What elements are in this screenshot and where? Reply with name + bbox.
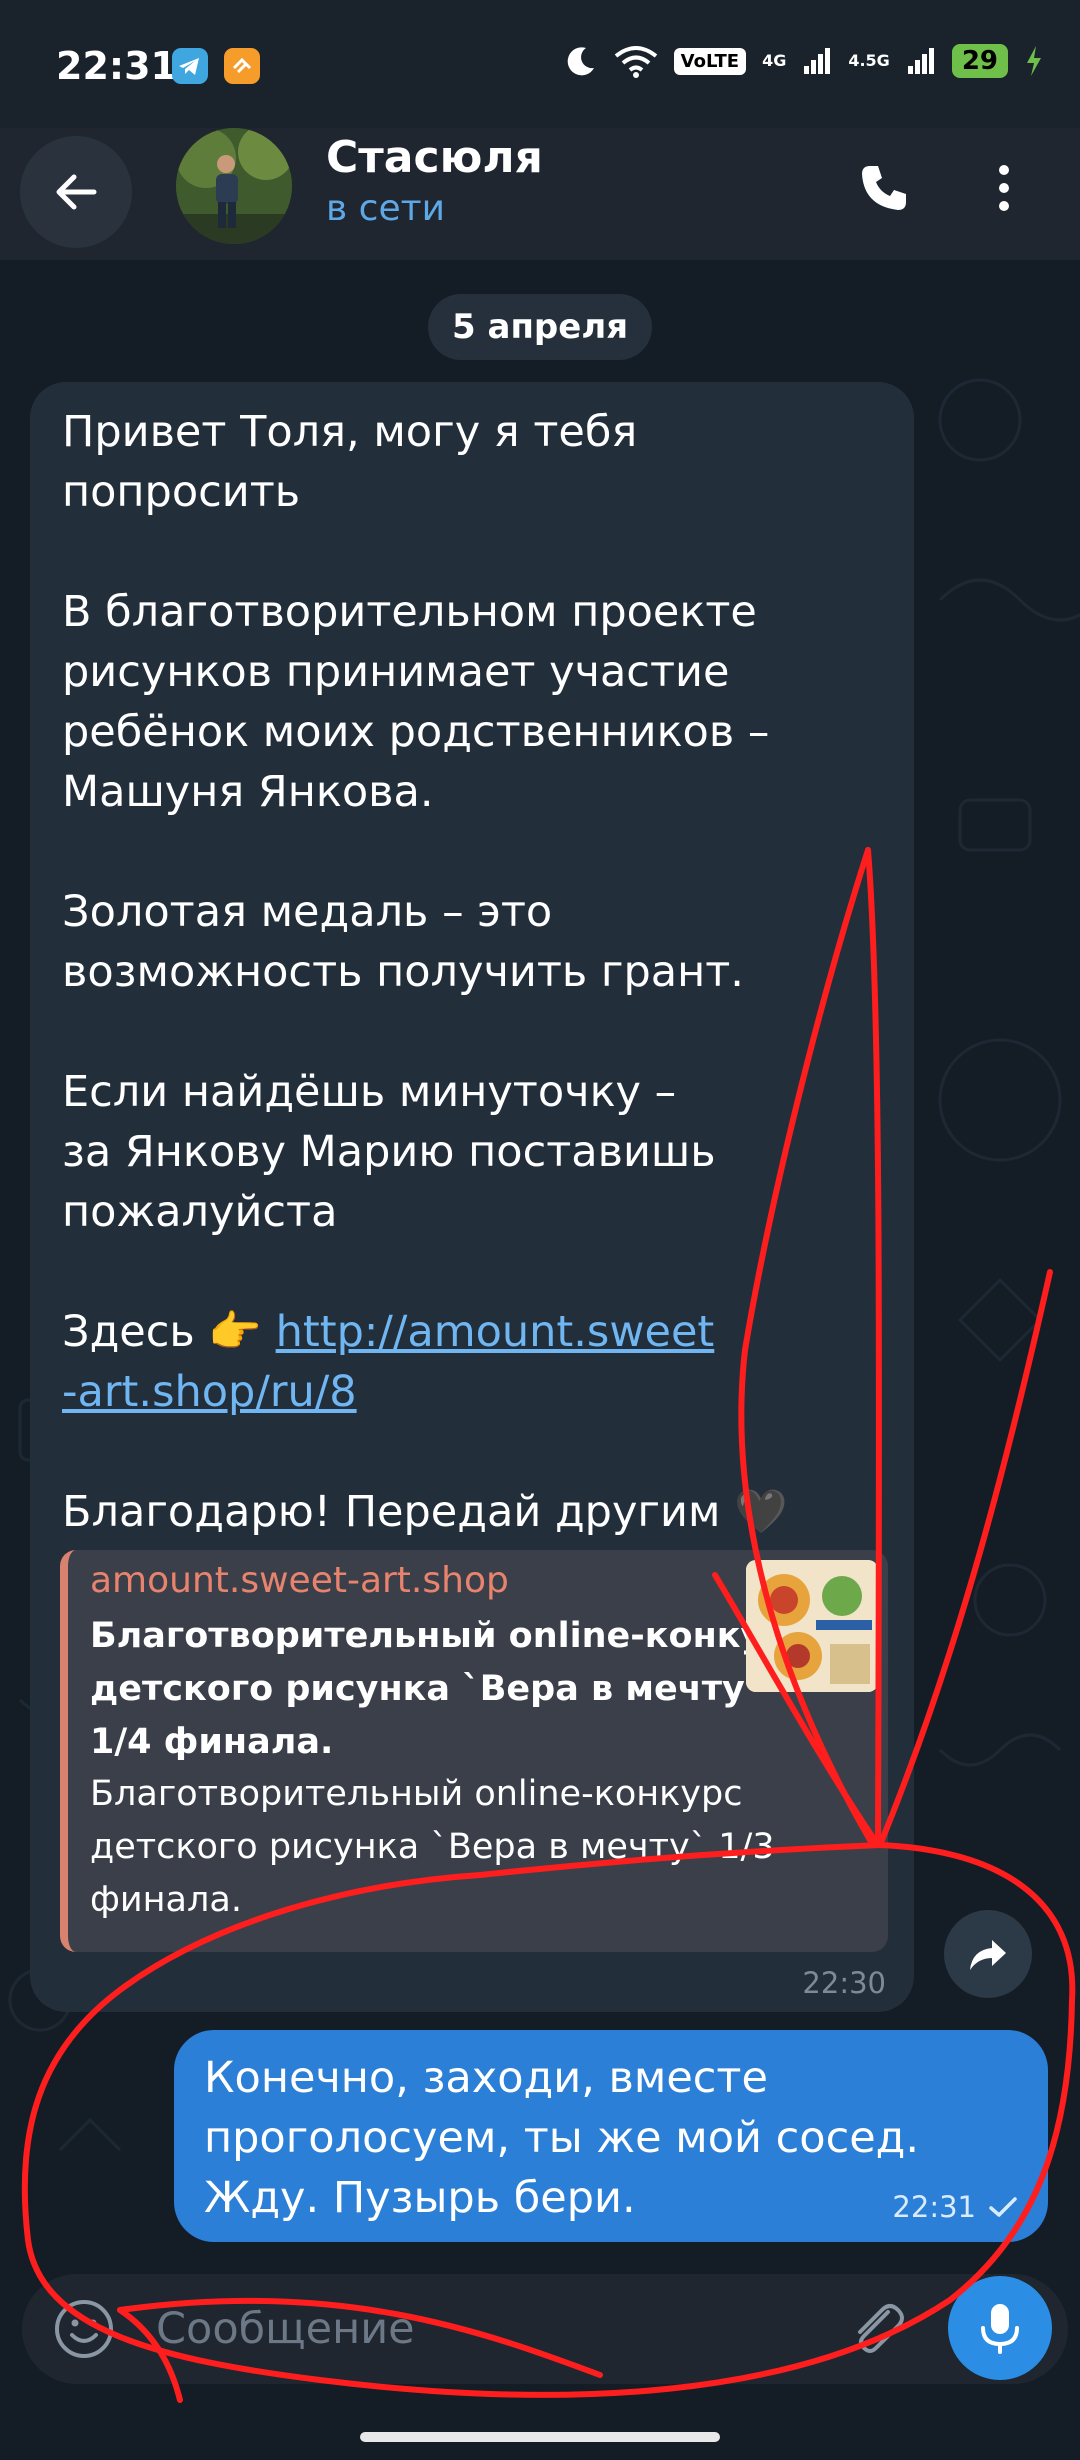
check-icon [989, 2197, 1017, 2217]
moon-icon [567, 47, 594, 76]
signal-icon [804, 48, 831, 74]
link-preview[interactable]: amount.sweet-art.shop Благотворительный … [60, 1550, 888, 1952]
voice-record-button[interactable] [948, 2276, 1052, 2380]
incoming-message-bubble[interactable]: Привет Толя, могу я тебя попросить В бла… [30, 382, 914, 2012]
preview-title: Благотворительный online-конкурс детског… [90, 1616, 810, 1762]
wifi-icon [614, 46, 657, 78]
share-arrow-icon [970, 1940, 1006, 1970]
call-button[interactable] [846, 150, 922, 226]
back-arrow-icon [56, 174, 97, 210]
paperclip-icon [858, 2304, 904, 2353]
app-notification-icon [224, 48, 260, 84]
microphone-icon [981, 2304, 1019, 2354]
preview-thumbnail-image [746, 1560, 878, 1692]
preview-description: Благотворительный online-конкурс детског… [90, 1774, 775, 1920]
outgoing-message-meta: 22:31 [892, 2190, 1018, 2224]
status-time: 22:31 [56, 44, 177, 88]
message-paragraph: Благодарю! Передай другим 🖤 [62, 1487, 788, 1537]
message-paragraph: В благотворительном проекте рисунков при… [62, 587, 770, 817]
network-label-2: 4.5G [848, 51, 890, 70]
preview-site-name: amount.sweet-art.shop [90, 1560, 509, 1601]
phone-icon [862, 166, 906, 210]
signal-icon [907, 48, 934, 74]
telegram-icon [172, 48, 208, 84]
here-label: Здесь 👉 [62, 1307, 276, 1357]
network-label-1: 4G [762, 51, 787, 70]
contact-name[interactable]: Стасюля [326, 132, 543, 183]
home-indicator[interactable] [360, 2432, 720, 2442]
incoming-message-text[interactable]: Привет Толя, могу я тебя попросить В бла… [62, 402, 892, 1542]
message-paragraph: Если найдёшь минуточку – за Янкову Марию… [62, 1067, 716, 1237]
contact-status: в сети [326, 188, 445, 229]
attach-button[interactable] [844, 2296, 910, 2362]
forward-button[interactable] [944, 1910, 1032, 1998]
chat-header: Стасюля в сети [0, 128, 1080, 260]
outgoing-message-bubble[interactable]: Конечно, заходи, вместе проголосуем, ты … [174, 2030, 1048, 2242]
date-separator: 5 апреля [428, 294, 653, 360]
incoming-message-time: 22:30 [802, 1966, 886, 2000]
more-vert-icon [999, 165, 1009, 211]
avatar[interactable] [176, 128, 292, 244]
message-input[interactable] [156, 2294, 756, 2364]
more-menu-button[interactable] [980, 150, 1028, 226]
back-button[interactable] [20, 136, 132, 248]
message-composer [22, 2274, 1068, 2384]
avatar-photo [176, 128, 292, 244]
message-paragraph: Золотая медаль – это возможность получит… [62, 887, 744, 997]
battery-level: 29 [951, 44, 1008, 78]
message-paragraph: Привет Толя, могу я тебя попросить [62, 407, 638, 517]
emoji-icon [55, 2300, 113, 2358]
status-bar: 22:31 VoLTE 4G 4.5G 29 [0, 0, 1080, 128]
outgoing-message-time: 22:31 [892, 2190, 976, 2224]
volte-badge: VoLTE [673, 47, 747, 75]
status-icons: VoLTE 4G 4.5G 29 [564, 44, 1044, 78]
emoji-button[interactable] [52, 2297, 116, 2361]
preview-thumbnail[interactable] [746, 1560, 878, 1692]
charging-icon [1027, 46, 1041, 76]
